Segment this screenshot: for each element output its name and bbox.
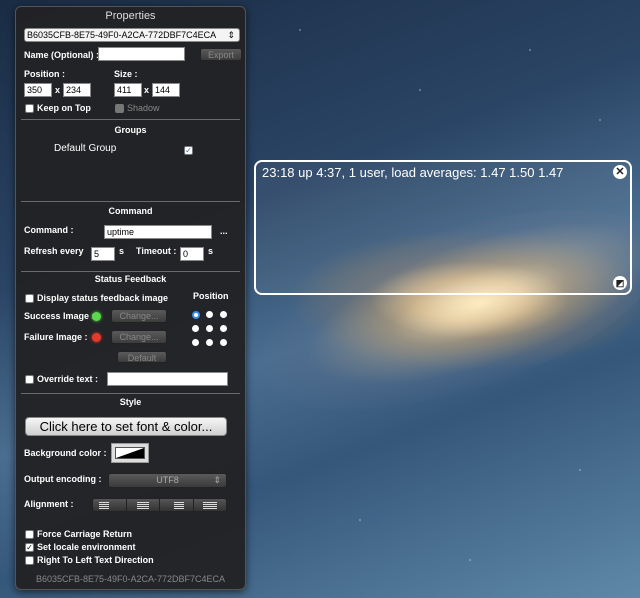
align-center-button[interactable] xyxy=(127,499,160,511)
uuid-select-value: B6035CFB-8E75-49F0-A2CA-772DBF7C4ECA xyxy=(27,30,217,40)
status-feedback-header: Status Feedback xyxy=(94,274,167,284)
name-input[interactable] xyxy=(98,47,185,61)
set-font-color-button[interactable]: Click here to set font & color... xyxy=(25,417,227,436)
position-radio-bottom-center[interactable] xyxy=(206,339,213,346)
force-carriage-return-checkbox[interactable] xyxy=(25,530,34,539)
display-status-label: Display status feedback image xyxy=(37,293,169,303)
divider xyxy=(21,271,240,272)
size-label: Size : xyxy=(114,69,138,79)
timeout-unit: s xyxy=(208,246,214,256)
align-left-icon xyxy=(99,502,109,510)
default-group-checkbox[interactable]: ✓ xyxy=(184,146,193,155)
position-radio-top-center[interactable] xyxy=(206,311,213,318)
alignment-label: Alignment : xyxy=(24,499,74,509)
panel-title: Properties xyxy=(105,10,156,22)
keep-on-top-label: Keep on Top xyxy=(37,103,91,113)
alignment-segmented-control xyxy=(92,498,227,512)
force-carriage-return-label: Force Carriage Return xyxy=(37,529,133,539)
align-right-icon xyxy=(174,502,184,510)
default-group-label: Default Group xyxy=(54,143,117,154)
divider xyxy=(21,119,240,120)
timeout-label: Timeout : xyxy=(136,246,177,256)
success-change-button[interactable]: Change... xyxy=(111,309,167,323)
resize-handle-icon[interactable]: ◩ xyxy=(613,276,627,290)
timeout-input[interactable]: 0 xyxy=(180,247,204,261)
close-icon[interactable]: ✕ xyxy=(613,165,627,179)
name-label: Name (Optional) : xyxy=(24,50,100,60)
size-x-separator: x xyxy=(144,85,150,95)
align-justify-icon xyxy=(202,502,217,510)
command-browse-button[interactable]: ... xyxy=(220,226,228,236)
align-left-button[interactable] xyxy=(93,499,127,511)
footer-uuid: B6035CFB-8E75-49F0-A2CA-772DBF7C4ECA xyxy=(35,574,226,584)
output-encoding-select[interactable]: UTF8 ⇕ xyxy=(108,473,227,488)
set-locale-label: Set locale environment xyxy=(37,542,136,552)
background-color-well[interactable] xyxy=(111,443,149,463)
groups-header: Groups xyxy=(114,125,147,135)
default-button[interactable]: Default xyxy=(117,351,167,363)
keep-on-top-checkbox[interactable] xyxy=(25,104,34,113)
position-radio-top-left[interactable] xyxy=(192,311,200,319)
refresh-label: Refresh every xyxy=(24,246,84,256)
failure-led-icon xyxy=(92,333,101,342)
position-radio-mid-center[interactable] xyxy=(206,325,213,332)
shadow-label: Shadow xyxy=(127,103,160,113)
position-radio-bottom-right[interactable] xyxy=(220,339,227,346)
align-justify-button[interactable] xyxy=(194,499,227,511)
override-text-checkbox[interactable] xyxy=(25,375,34,384)
command-header: Command xyxy=(108,206,153,216)
select-arrows-icon: ⇕ xyxy=(227,30,235,40)
size-width-input[interactable]: 411 xyxy=(114,83,142,97)
position-radio-bottom-left[interactable] xyxy=(192,339,199,346)
failure-image-label: Failure Image : xyxy=(24,332,88,342)
command-label: Command : xyxy=(24,225,74,235)
divider xyxy=(21,201,240,202)
align-right-button[interactable] xyxy=(160,499,194,511)
rtl-label: Right To Left Text Direction xyxy=(37,555,154,565)
size-height-input[interactable]: 144 xyxy=(152,83,180,97)
position-radio-mid-right[interactable] xyxy=(220,325,227,332)
override-text-input[interactable] xyxy=(107,372,228,386)
position-radio-mid-left[interactable] xyxy=(192,325,199,332)
properties-panel: Properties B6035CFB-8E75-49F0-A2CA-772DB… xyxy=(15,6,246,590)
background-color-label: Background color : xyxy=(24,448,107,458)
success-led-icon xyxy=(92,312,101,321)
position-x-separator: x xyxy=(55,85,61,95)
override-text-label: Override text : xyxy=(37,374,99,384)
color-swatch-icon xyxy=(115,447,145,459)
set-locale-checkbox[interactable]: ✓ xyxy=(25,543,34,552)
position-y-input[interactable]: 234 xyxy=(63,83,91,97)
position-grid-header: Position xyxy=(193,291,229,301)
geeklet-widget[interactable]: 23:18 up 4:37, 1 user, load averages: 1.… xyxy=(254,160,632,295)
uuid-select[interactable]: B6035CFB-8E75-49F0-A2CA-772DBF7C4ECA ⇕ xyxy=(24,28,240,42)
rtl-checkbox[interactable] xyxy=(25,556,34,565)
export-button[interactable]: Export xyxy=(200,48,242,61)
position-label: Position : xyxy=(24,69,65,79)
style-header: Style xyxy=(119,397,142,407)
divider xyxy=(21,393,240,394)
command-input[interactable]: uptime xyxy=(104,225,212,239)
align-center-icon xyxy=(136,502,149,510)
output-encoding-label: Output encoding : xyxy=(24,474,102,484)
shadow-checkbox[interactable] xyxy=(115,104,124,113)
refresh-input[interactable]: 5 xyxy=(91,247,115,261)
position-x-input[interactable]: 350 xyxy=(24,83,52,97)
widget-output-text: 23:18 up 4:37, 1 user, load averages: 1.… xyxy=(262,165,564,180)
display-status-checkbox[interactable] xyxy=(25,294,34,303)
failure-change-button[interactable]: Change... xyxy=(111,330,167,344)
output-encoding-value: UTF8 xyxy=(156,475,179,485)
success-image-label: Success Image : xyxy=(24,311,95,321)
refresh-unit: s xyxy=(119,246,125,256)
position-radio-top-right[interactable] xyxy=(220,311,227,318)
select-arrows-icon: ⇕ xyxy=(213,475,221,485)
